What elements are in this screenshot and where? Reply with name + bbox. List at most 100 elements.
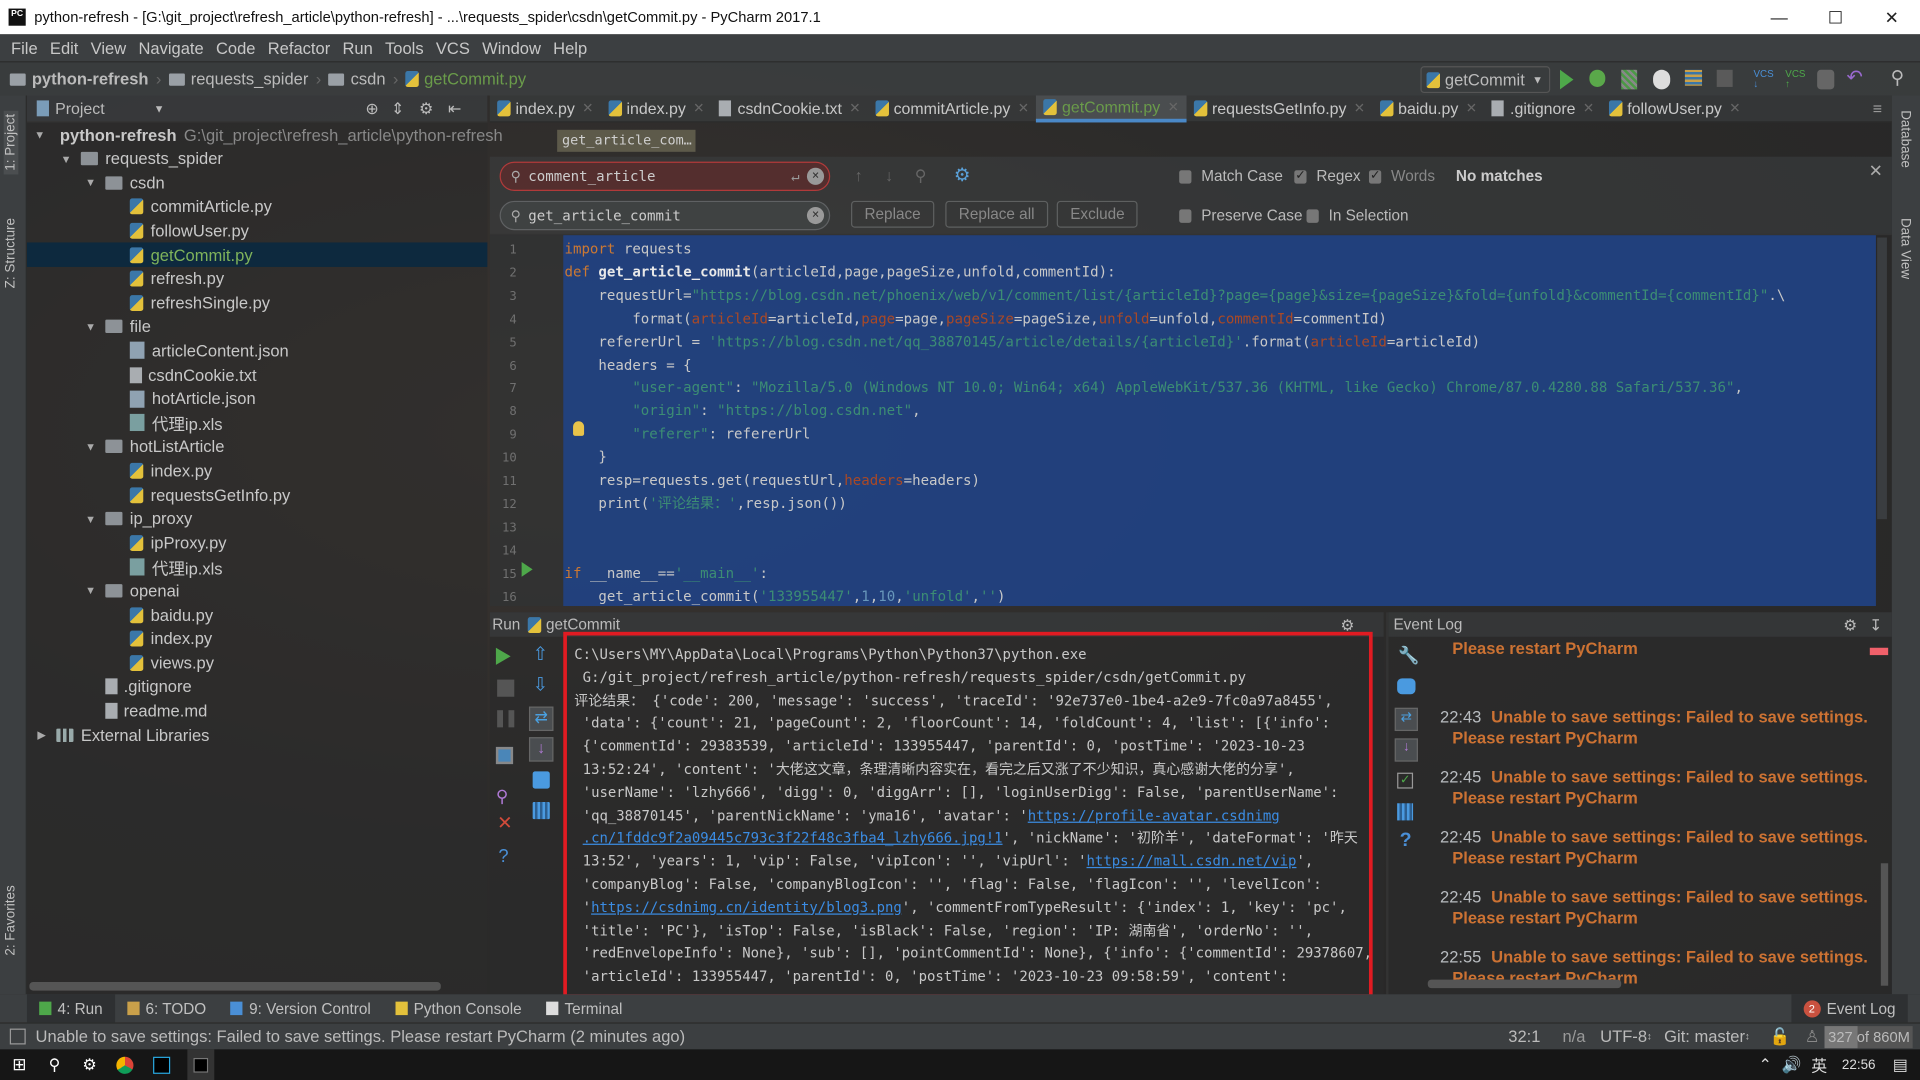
tool-tab-todo[interactable]: 6: TODO — [115, 994, 219, 1022]
stop-icon[interactable] — [1716, 69, 1733, 87]
tree-item[interactable]: commitArticle.py — [27, 194, 487, 218]
maximize-button[interactable]: ☐ — [1807, 0, 1863, 34]
start-icon[interactable]: ⊞ — [12, 1054, 26, 1075]
locate-icon[interactable]: ⊕ — [365, 99, 378, 119]
menu-help[interactable]: Help — [547, 39, 593, 57]
vcs-commit-icon[interactable]: VCS ↑ — [1785, 69, 1805, 90]
menu-tools[interactable]: Tools — [379, 39, 430, 57]
help-icon[interactable]: ? — [498, 847, 515, 865]
hide-panel-icon[interactable]: ↧ — [1869, 615, 1882, 634]
console-link[interactable]: https://profile-avatar.csdnimg — [1028, 806, 1280, 823]
tool-tab-python-console[interactable]: Python Console — [383, 994, 534, 1022]
collapsed-arrow-icon[interactable]: ▶ — [34, 728, 49, 741]
gear-icon[interactable]: ⚙ — [1843, 615, 1857, 634]
pause-icon[interactable] — [497, 710, 515, 728]
tree-item[interactable]: ipProxy.py — [27, 530, 487, 554]
find-all-icon[interactable]: ⚲ — [915, 167, 927, 187]
tree-item[interactable]: 代理ip.xls — [27, 554, 487, 578]
event-log-scrollbar[interactable] — [1880, 863, 1889, 986]
soft-wrap-icon[interactable]: ⇄ — [1394, 707, 1418, 732]
tree-item[interactable]: ▼ file — [27, 314, 487, 338]
chevron-down-icon[interactable]: ▼ — [154, 102, 165, 114]
replace-button[interactable]: Replace — [851, 200, 935, 228]
debug-icon[interactable] — [1589, 69, 1606, 87]
tree-item[interactable]: 代理ip.xls — [27, 410, 487, 434]
replace-all-button[interactable]: Replace all — [945, 200, 1048, 228]
menu-vcs[interactable]: VCS — [430, 39, 476, 57]
tree-item[interactable]: index.py — [27, 626, 487, 650]
menu-refactor[interactable]: Refactor — [262, 39, 337, 57]
close-tab-icon[interactable]: ✕ — [693, 100, 704, 117]
newline-icon[interactable]: ↵ — [791, 168, 799, 185]
event-message-line2[interactable]: Please restart PyCharm — [1440, 727, 1868, 748]
menu-file[interactable]: File — [5, 39, 44, 57]
pycharm-taskbar-icon[interactable] — [187, 1049, 215, 1080]
console-link[interactable]: .cn/1fddc9f2a09445c793c3f22f48c3fba4_lzh… — [583, 829, 1003, 846]
scroll-to-end-icon[interactable]: ↓ — [528, 737, 554, 762]
run-gutter-icon[interactable] — [521, 562, 533, 577]
tab-list-icon[interactable]: ≡ — [1873, 99, 1882, 117]
exclude-button[interactable]: Exclude — [1056, 200, 1139, 228]
tool-tab-version-control[interactable]: 9: Version Control — [218, 994, 383, 1022]
breadcrumb-item[interactable]: python-refresh › — [9, 70, 162, 88]
console-output[interactable]: C:\Users\MY\AppData\Local\Programs\Pytho… — [563, 631, 1373, 998]
menu-edit[interactable]: Edit — [44, 39, 85, 57]
editor-tab[interactable]: requestsGetInfo.py ✕ — [1186, 95, 1372, 122]
file-encoding[interactable]: UTF-8 — [1600, 1027, 1647, 1045]
git-branch[interactable]: Git: master — [1664, 1027, 1745, 1045]
notifications-icon[interactable]: ▤ — [1893, 1055, 1908, 1075]
editor-tab[interactable]: followUser.py ✕ — [1602, 95, 1748, 122]
event-log-hscrollbar[interactable] — [1427, 979, 1622, 989]
clear-replace-icon[interactable]: × — [806, 206, 825, 225]
close-tab-icon[interactable]: ✕ — [1466, 100, 1477, 117]
tool-tab-favorites[interactable]: 2: Favorites — [4, 885, 19, 955]
project-view-select[interactable]: Project — [55, 99, 105, 117]
menu-navigate[interactable]: Navigate — [132, 39, 210, 57]
down-arrow-icon[interactable]: ⇩ — [533, 676, 550, 694]
event-log-tab[interactable]: 2 Event Log — [1791, 994, 1908, 1023]
tree-item[interactable]: views.py — [27, 650, 487, 674]
tree-item[interactable]: csdnCookie.txt — [27, 362, 487, 386]
minimize-button[interactable]: — — [1751, 0, 1807, 34]
console-link[interactable]: https://mall.csdn.net/vip — [1087, 852, 1297, 869]
event-message[interactable]: Unable to save settings: Failed to save … — [1491, 708, 1868, 726]
horizontal-scrollbar[interactable] — [29, 982, 441, 991]
balloon-icon[interactable] — [1397, 678, 1416, 695]
search-icon[interactable]: ⚲ — [49, 1055, 61, 1075]
tree-item[interactable]: index.py — [27, 458, 487, 482]
event-message-line2[interactable]: Please restart PyCharm — [1440, 907, 1868, 928]
expanded-arrow-icon[interactable]: ▼ — [83, 321, 98, 333]
tree-item[interactable]: requestsGetInfo.py — [27, 482, 487, 506]
pin-icon[interactable]: ⚲ — [496, 786, 513, 806]
previous-occurrence-icon[interactable]: ↑ — [855, 167, 863, 185]
event-entry[interactable]: Please restart PyCharm — [1440, 638, 1638, 659]
expanded-arrow-icon[interactable]: ▼ — [83, 585, 98, 597]
close-find-icon[interactable]: ✕ — [1869, 160, 1883, 181]
ime-indicator[interactable]: 英 — [1811, 1053, 1827, 1076]
event-entry[interactable]: 22:43 Unable to save settings: Failed to … — [1440, 707, 1868, 749]
search-everywhere-icon[interactable]: ⚲ — [1891, 69, 1911, 90]
next-occurrence-icon[interactable]: ↓ — [885, 167, 893, 185]
in-selection-checkbox[interactable]: In Selection — [1306, 207, 1409, 224]
vcs-update-icon[interactable]: VCS ↓ — [1753, 69, 1773, 90]
editor-tab[interactable]: getCommit.py ✕ — [1036, 94, 1187, 122]
layout-icon[interactable] — [495, 746, 514, 765]
tree-item[interactable]: refreshSingle.py — [27, 290, 487, 314]
search-settings-gear-icon[interactable]: ⚙ — [954, 164, 970, 186]
clear-search-icon[interactable]: × — [806, 167, 825, 185]
lock-icon[interactable]: 🔓 — [1769, 1027, 1790, 1047]
run-config-select[interactable]: getCommit ▼ — [1420, 66, 1551, 94]
preserve-case-checkbox[interactable]: Preserve Case — [1179, 207, 1302, 224]
gear-icon[interactable]: ⚙ — [419, 99, 433, 119]
close-button[interactable]: ✕ — [1864, 0, 1920, 34]
tray-chevron-icon[interactable]: ⌃ — [1758, 1055, 1771, 1075]
menu-code[interactable]: Code — [210, 39, 262, 57]
tree-item[interactable]: ▼ hotListArticle — [27, 434, 487, 458]
editor-tab[interactable]: commitArticle.py ✕ — [868, 95, 1036, 122]
tool-tab-data-view[interactable]: Data View — [1898, 218, 1913, 279]
collapse-all-icon[interactable]: ⇕ — [391, 99, 404, 119]
event-message[interactable]: Unable to save settings: Failed to save … — [1491, 948, 1868, 966]
close-tab-icon[interactable]: ✕ — [1168, 99, 1179, 115]
clock[interactable]: 22:56 — [1842, 1057, 1876, 1072]
hide-panel-icon[interactable]: ⇤ — [448, 99, 461, 119]
